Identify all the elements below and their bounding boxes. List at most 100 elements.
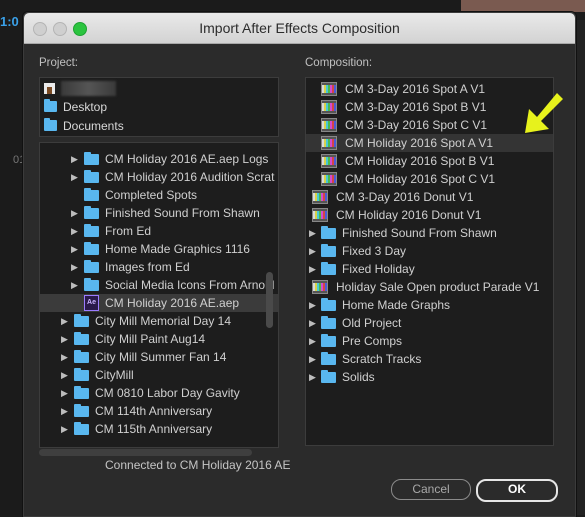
folder-icon: [84, 223, 99, 237]
folder-icon: [321, 243, 336, 257]
tree-row[interactable]: ▶ City Mill Paint Aug14: [40, 330, 278, 348]
composition-row[interactable]: CM Holiday 2016 Spot A V1: [306, 134, 553, 152]
disclosure-triangle-icon[interactable]: ▶: [60, 334, 69, 345]
composition-row-label: Finished Sound From Shawn: [342, 226, 497, 240]
folder-icon: [74, 421, 89, 435]
tree-row-label: Images from Ed: [105, 260, 190, 274]
folder-icon: [321, 369, 336, 383]
composition-row[interactable]: CM 3-Day 2016 Spot C V1: [306, 116, 553, 134]
composition-folder-row[interactable]: ▶ Fixed 3 Day: [306, 242, 553, 260]
tree-row[interactable]: ▶ CM Holiday 2016 Audition Scrat: [40, 168, 278, 186]
composition-list[interactable]: CM 3-Day 2016 Spot A V1 CM 3-Day 2016 Spo…: [305, 77, 554, 446]
composition-row-label: Old Project: [342, 316, 402, 330]
composition-folder-row[interactable]: ▶ Old Project: [306, 314, 553, 332]
place-home[interactable]: [44, 80, 116, 97]
composition-icon: [312, 190, 328, 204]
composition-icon: [321, 100, 337, 114]
places-list: Desktop Documents: [39, 77, 279, 137]
tree-row[interactable]: ▶ Home Made Graphics 1116: [40, 240, 278, 258]
disclosure-triangle-icon[interactable]: ▶: [70, 226, 79, 237]
composition-row-label: CM 3-Day 2016 Spot B V1: [345, 100, 487, 114]
disclosure-triangle-icon[interactable]: ▶: [308, 372, 317, 383]
disclosure-triangle-icon[interactable]: ▶: [308, 264, 317, 275]
tree-row[interactable]: ▶ Social Media Icons From Arnold: [40, 276, 278, 294]
tree-row[interactable]: ▶ CityMill: [40, 366, 278, 384]
disclosure-triangle-icon[interactable]: ▶: [60, 406, 69, 417]
disclosure-triangle-icon[interactable]: ▶: [60, 370, 69, 381]
composition-row[interactable]: CM 3-Day 2016 Donut V1: [306, 188, 553, 206]
tree-row-label: CM Holiday 2016 Audition Scrat: [105, 170, 275, 184]
disclosure-triangle-icon[interactable]: ▶: [308, 228, 317, 239]
composition-row-label: Solids: [342, 370, 375, 384]
disclosure-triangle-icon[interactable]: ▶: [308, 300, 317, 311]
composition-folder-row[interactable]: ▶ Pre Comps: [306, 332, 553, 350]
folder-icon: [74, 313, 89, 327]
disclosure-triangle-icon[interactable]: ▶: [60, 316, 69, 327]
composition-folder-row[interactable]: ▶ Scratch Tracks: [306, 350, 553, 368]
tree-row-label: City Mill Paint Aug14: [95, 332, 206, 346]
tree-row[interactable]: ▶ CM 114th Anniversary: [40, 402, 278, 420]
tree-row[interactable]: ▶ CM 115th Anniversary: [40, 420, 278, 438]
tree-row[interactable]: ▶ City Mill Memorial Day 14: [40, 312, 278, 330]
tree-row-label: Social Media Icons From Arnold: [105, 278, 275, 292]
tree-row[interactable]: ▶ From Ed: [40, 222, 278, 240]
composition-folder-row[interactable]: ▶ Solids: [306, 368, 553, 386]
composition-row-label: CM 3-Day 2016 Spot C V1: [345, 118, 488, 132]
composition-row-label: CM Holiday 2016 Spot A V1: [345, 136, 494, 150]
import-dialog: Import After Effects Composition Project…: [23, 12, 576, 517]
disclosure-triangle-icon[interactable]: ▶: [70, 154, 79, 165]
disclosure-triangle-icon[interactable]: ▶: [308, 246, 317, 257]
place-desktop[interactable]: Desktop: [44, 98, 107, 115]
tree-row-label: City Mill Summer Fan 14: [95, 350, 227, 364]
composition-folder-row[interactable]: ▶ Finished Sound From Shawn: [306, 224, 553, 242]
tree-row[interactable]: ▶ Images from Ed: [40, 258, 278, 276]
composition-folder-row[interactable]: ▶ Home Made Graphs: [306, 296, 553, 314]
tree-row[interactable]: ▶ City Mill Summer Fan 14: [40, 348, 278, 366]
composition-row[interactable]: CM 3-Day 2016 Spot A V1: [306, 80, 553, 98]
tree-row-label: CM 114th Anniversary: [95, 404, 213, 418]
disclosure-triangle-icon[interactable]: ▶: [60, 352, 69, 363]
dialog-title: Import After Effects Composition: [199, 20, 400, 36]
tree-row-label: Completed Spots: [105, 188, 198, 202]
cancel-button[interactable]: Cancel: [391, 479, 471, 500]
composition-row[interactable]: CM Holiday 2016 Spot B V1: [306, 152, 553, 170]
composition-row[interactable]: Holiday Sale Open product Parade V1: [306, 278, 553, 296]
composition-row-label: CM Holiday 2016 Donut V1: [336, 208, 482, 222]
folder-icon: [321, 225, 336, 239]
composition-row-label: CM 3-Day 2016 Spot A V1: [345, 82, 486, 96]
composition-row[interactable]: CM Holiday 2016 Donut V1: [306, 206, 553, 224]
disclosure-triangle-icon[interactable]: ▶: [70, 172, 79, 183]
tree-row[interactable]: ▶ Finished Sound From Shawn: [40, 204, 278, 222]
composition-icon: [321, 136, 337, 150]
tree-row[interactable]: ▶ CM 0810 Labor Day Gavity: [40, 384, 278, 402]
disclosure-triangle-icon[interactable]: ▶: [60, 388, 69, 399]
ok-button[interactable]: OK: [476, 479, 558, 502]
project-browser-tree[interactable]: ▶ CM Holiday 2016 AE.aep Logs ▶ CM Holiday …: [39, 142, 279, 448]
disclosure-triangle-icon[interactable]: ▶: [60, 424, 69, 435]
project-horizontal-scrollbar[interactable]: [39, 449, 252, 456]
project-vertical-scrollbar[interactable]: [266, 272, 273, 328]
project-label: Project:: [39, 57, 78, 69]
tree-row-aep-file[interactable]: Ae CM Holiday 2016 AE.aep: [40, 294, 278, 312]
title-bar[interactable]: Import After Effects Composition: [24, 13, 575, 44]
disclosure-triangle-icon[interactable]: ▶: [70, 244, 79, 255]
disclosure-triangle-icon[interactable]: ▶: [70, 262, 79, 273]
composition-row-label: CM Holiday 2016 Spot B V1: [345, 154, 495, 168]
folder-icon: [321, 315, 336, 329]
disclosure-triangle-icon[interactable]: ▶: [308, 336, 317, 347]
composition-row-label: Pre Comps: [342, 334, 403, 348]
disclosure-triangle-icon[interactable]: ▶: [70, 280, 79, 291]
disclosure-triangle-icon[interactable]: ▶: [308, 318, 317, 329]
composition-row[interactable]: CM 3-Day 2016 Spot B V1: [306, 98, 553, 116]
composition-row-label: CM 3-Day 2016 Donut V1: [336, 190, 474, 204]
disclosure-triangle-icon[interactable]: ▶: [70, 208, 79, 219]
place-documents[interactable]: Documents: [44, 117, 124, 134]
composition-row-label: Holiday Sale Open product Parade V1: [336, 280, 540, 294]
folder-icon: [74, 367, 89, 381]
composition-row[interactable]: CM Holiday 2016 Spot C V1: [306, 170, 553, 188]
composition-label: Composition:: [305, 57, 373, 69]
tree-row[interactable]: ▶ CM Holiday 2016 AE.aep Logs: [40, 150, 278, 168]
composition-folder-row[interactable]: ▶ Fixed Holiday: [306, 260, 553, 278]
tree-row[interactable]: Completed Spots: [40, 186, 278, 204]
disclosure-triangle-icon[interactable]: ▶: [308, 354, 317, 365]
